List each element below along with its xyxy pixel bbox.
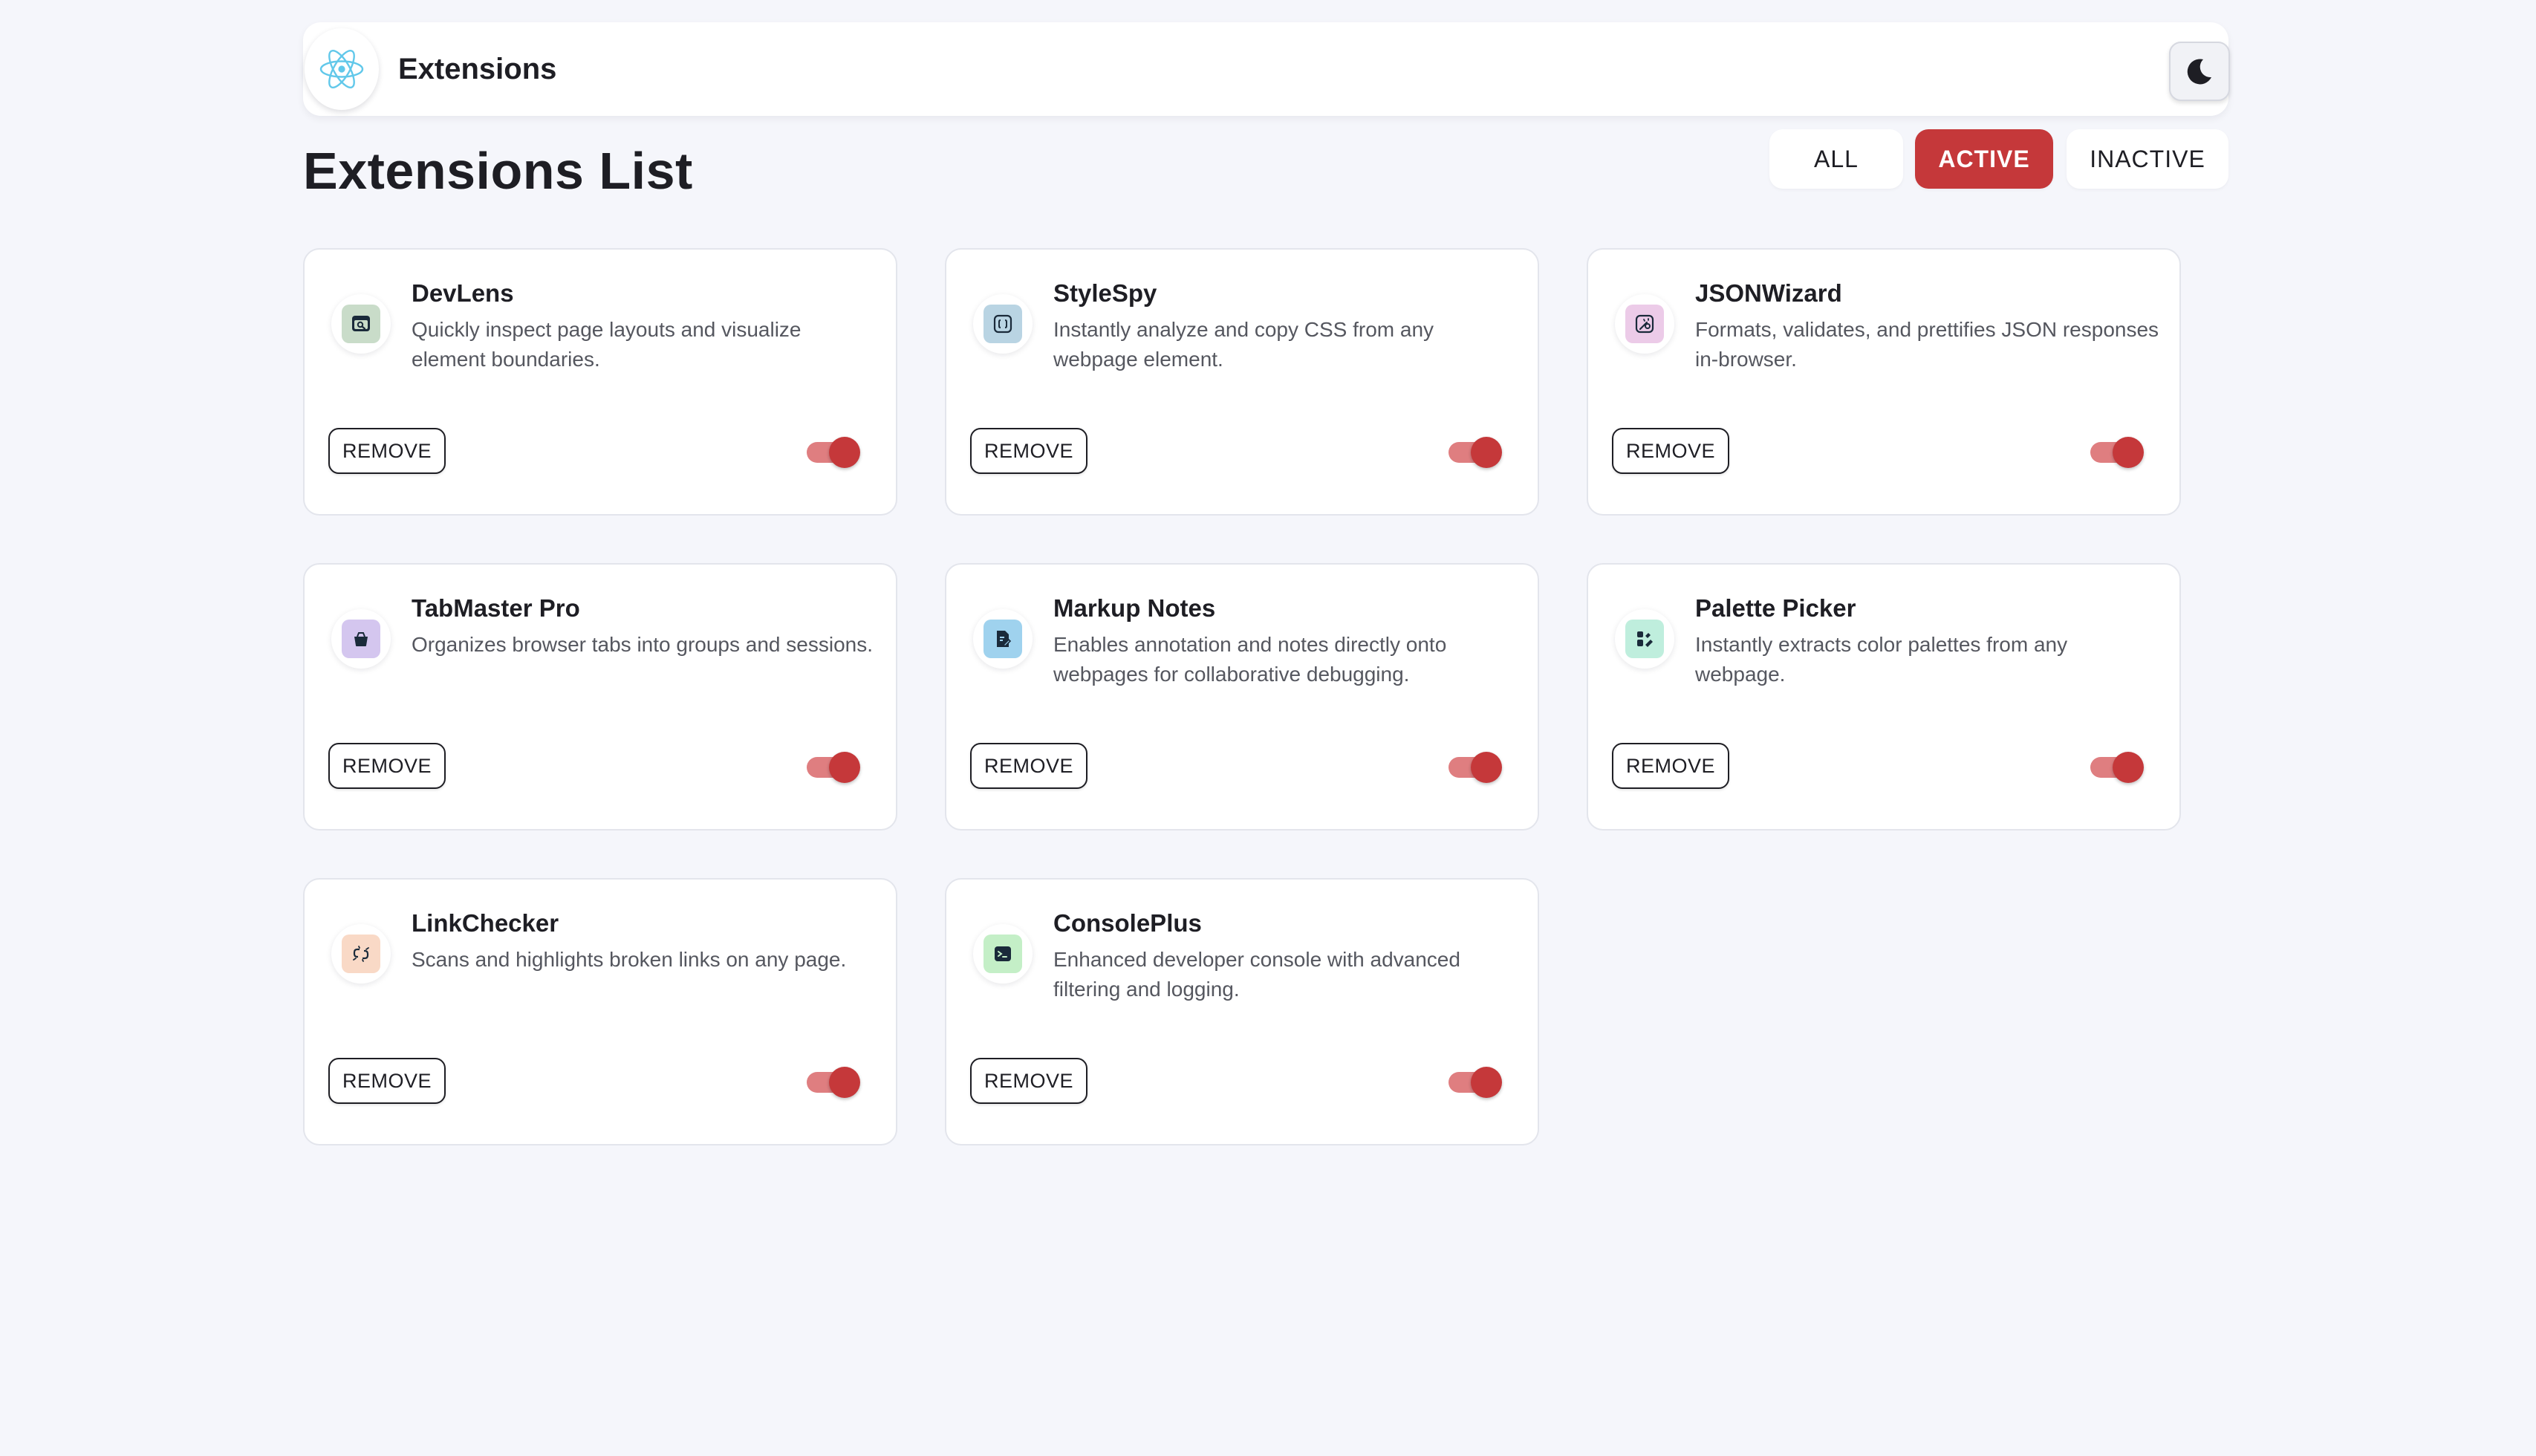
extension-description: Formats, validates, and prettifies JSON … (1695, 318, 2159, 371)
toggle-knob (2113, 752, 2144, 783)
extension-name: LinkChecker (412, 909, 559, 937)
extension-card-tabmaster-pro: TabMaster Pro Organizes browser tabs int… (303, 563, 897, 831)
remove-button[interactable]: REMOVE (328, 428, 446, 474)
filter-all-button[interactable]: ALL (1769, 129, 1903, 189)
extension-icon-wrap (973, 294, 1033, 354)
toggle-knob (2113, 437, 2144, 468)
active-toggle[interactable] (1446, 750, 1505, 784)
json-magic-icon (1625, 305, 1664, 343)
extension-icon-wrap (331, 924, 391, 984)
toggle-knob (1471, 752, 1502, 783)
extension-name: StyleSpy (1053, 279, 1157, 307)
toggle-knob (1471, 437, 1502, 468)
active-toggle[interactable] (2087, 750, 2147, 784)
extension-description: Organizes browser tabs into groups and s… (412, 633, 873, 656)
extension-name: Palette Picker (1695, 594, 1856, 622)
remove-button[interactable]: REMOVE (970, 428, 1087, 474)
remove-button[interactable]: REMOVE (1612, 743, 1729, 789)
active-toggle[interactable] (804, 1065, 863, 1099)
tab-basket-icon (342, 620, 380, 658)
extension-description: Enhanced developer console with advanced… (1053, 948, 1460, 1001)
extension-icon-wrap (331, 609, 391, 669)
terminal-icon (983, 935, 1022, 973)
palette-icon (1625, 620, 1664, 658)
extension-name: JSONWizard (1695, 279, 1842, 307)
extension-description: Instantly extracts color palettes from a… (1695, 633, 2068, 686)
extension-card-palette-picker: Palette Picker Instantly extracts color … (1587, 563, 2181, 831)
extension-description: Scans and highlights broken links on any… (412, 948, 847, 971)
extension-name: DevLens (412, 279, 514, 307)
active-toggle[interactable] (804, 435, 863, 469)
extension-icon-wrap (973, 924, 1033, 984)
note-pen-icon (983, 620, 1022, 658)
remove-button[interactable]: REMOVE (1612, 428, 1729, 474)
extension-description: Enables annotation and notes directly on… (1053, 633, 1447, 686)
remove-button[interactable]: REMOVE (328, 1058, 446, 1104)
active-toggle[interactable] (804, 750, 863, 784)
extensions-page: Extensions Extensions List ALL ACTIVE IN… (0, 0, 2536, 1456)
extension-icon-wrap (1615, 609, 1674, 669)
remove-button[interactable]: REMOVE (970, 743, 1087, 789)
extension-card-consoleplus: ConsolePlus Enhanced developer console w… (945, 878, 1539, 1145)
extension-name: Markup Notes (1053, 594, 1216, 622)
app-title: Extensions (398, 52, 557, 85)
extension-description: Quickly inspect page layouts and visuali… (412, 318, 802, 371)
filter-inactive-button[interactable]: INACTIVE (2067, 129, 2228, 189)
theme-toggle-button[interactable] (2169, 42, 2230, 101)
extension-name: TabMaster Pro (412, 594, 580, 622)
toggle-knob (829, 1067, 860, 1098)
extension-description: Instantly analyze and copy CSS from any … (1053, 318, 1434, 371)
extension-card-devlens: DevLens Quickly inspect page layouts and… (303, 248, 897, 516)
inspect-browser-icon (342, 305, 380, 343)
remove-button[interactable]: REMOVE (970, 1058, 1087, 1104)
react-atom-icon (305, 28, 379, 110)
extension-card-stylespy: StyleSpy Instantly analyze and copy CSS … (945, 248, 1539, 516)
css-braces-icon (983, 305, 1022, 343)
extension-icon-wrap (331, 294, 391, 354)
extension-card-jsonwizard: JSONWizard Formats, validates, and prett… (1587, 248, 2181, 516)
filter-active-button[interactable]: ACTIVE (1915, 129, 2053, 189)
extension-icon-wrap (973, 609, 1033, 669)
broken-link-icon (342, 935, 380, 973)
extension-card-linkchecker: LinkChecker Scans and highlights broken … (303, 878, 897, 1145)
active-toggle[interactable] (1446, 435, 1505, 469)
toggle-knob (829, 437, 860, 468)
extension-icon-wrap (1615, 294, 1674, 354)
extension-name: ConsolePlus (1053, 909, 1202, 937)
extension-card-markup-notes: Markup Notes Enables annotation and note… (945, 563, 1539, 831)
toggle-knob (829, 752, 860, 783)
page-title: Extensions List (303, 142, 693, 200)
toggle-knob (1471, 1067, 1502, 1098)
app-header: Extensions (303, 22, 2230, 116)
active-toggle[interactable] (2087, 435, 2147, 469)
remove-button[interactable]: REMOVE (328, 743, 446, 789)
active-toggle[interactable] (1446, 1065, 1505, 1099)
moon-icon (2187, 59, 2211, 85)
